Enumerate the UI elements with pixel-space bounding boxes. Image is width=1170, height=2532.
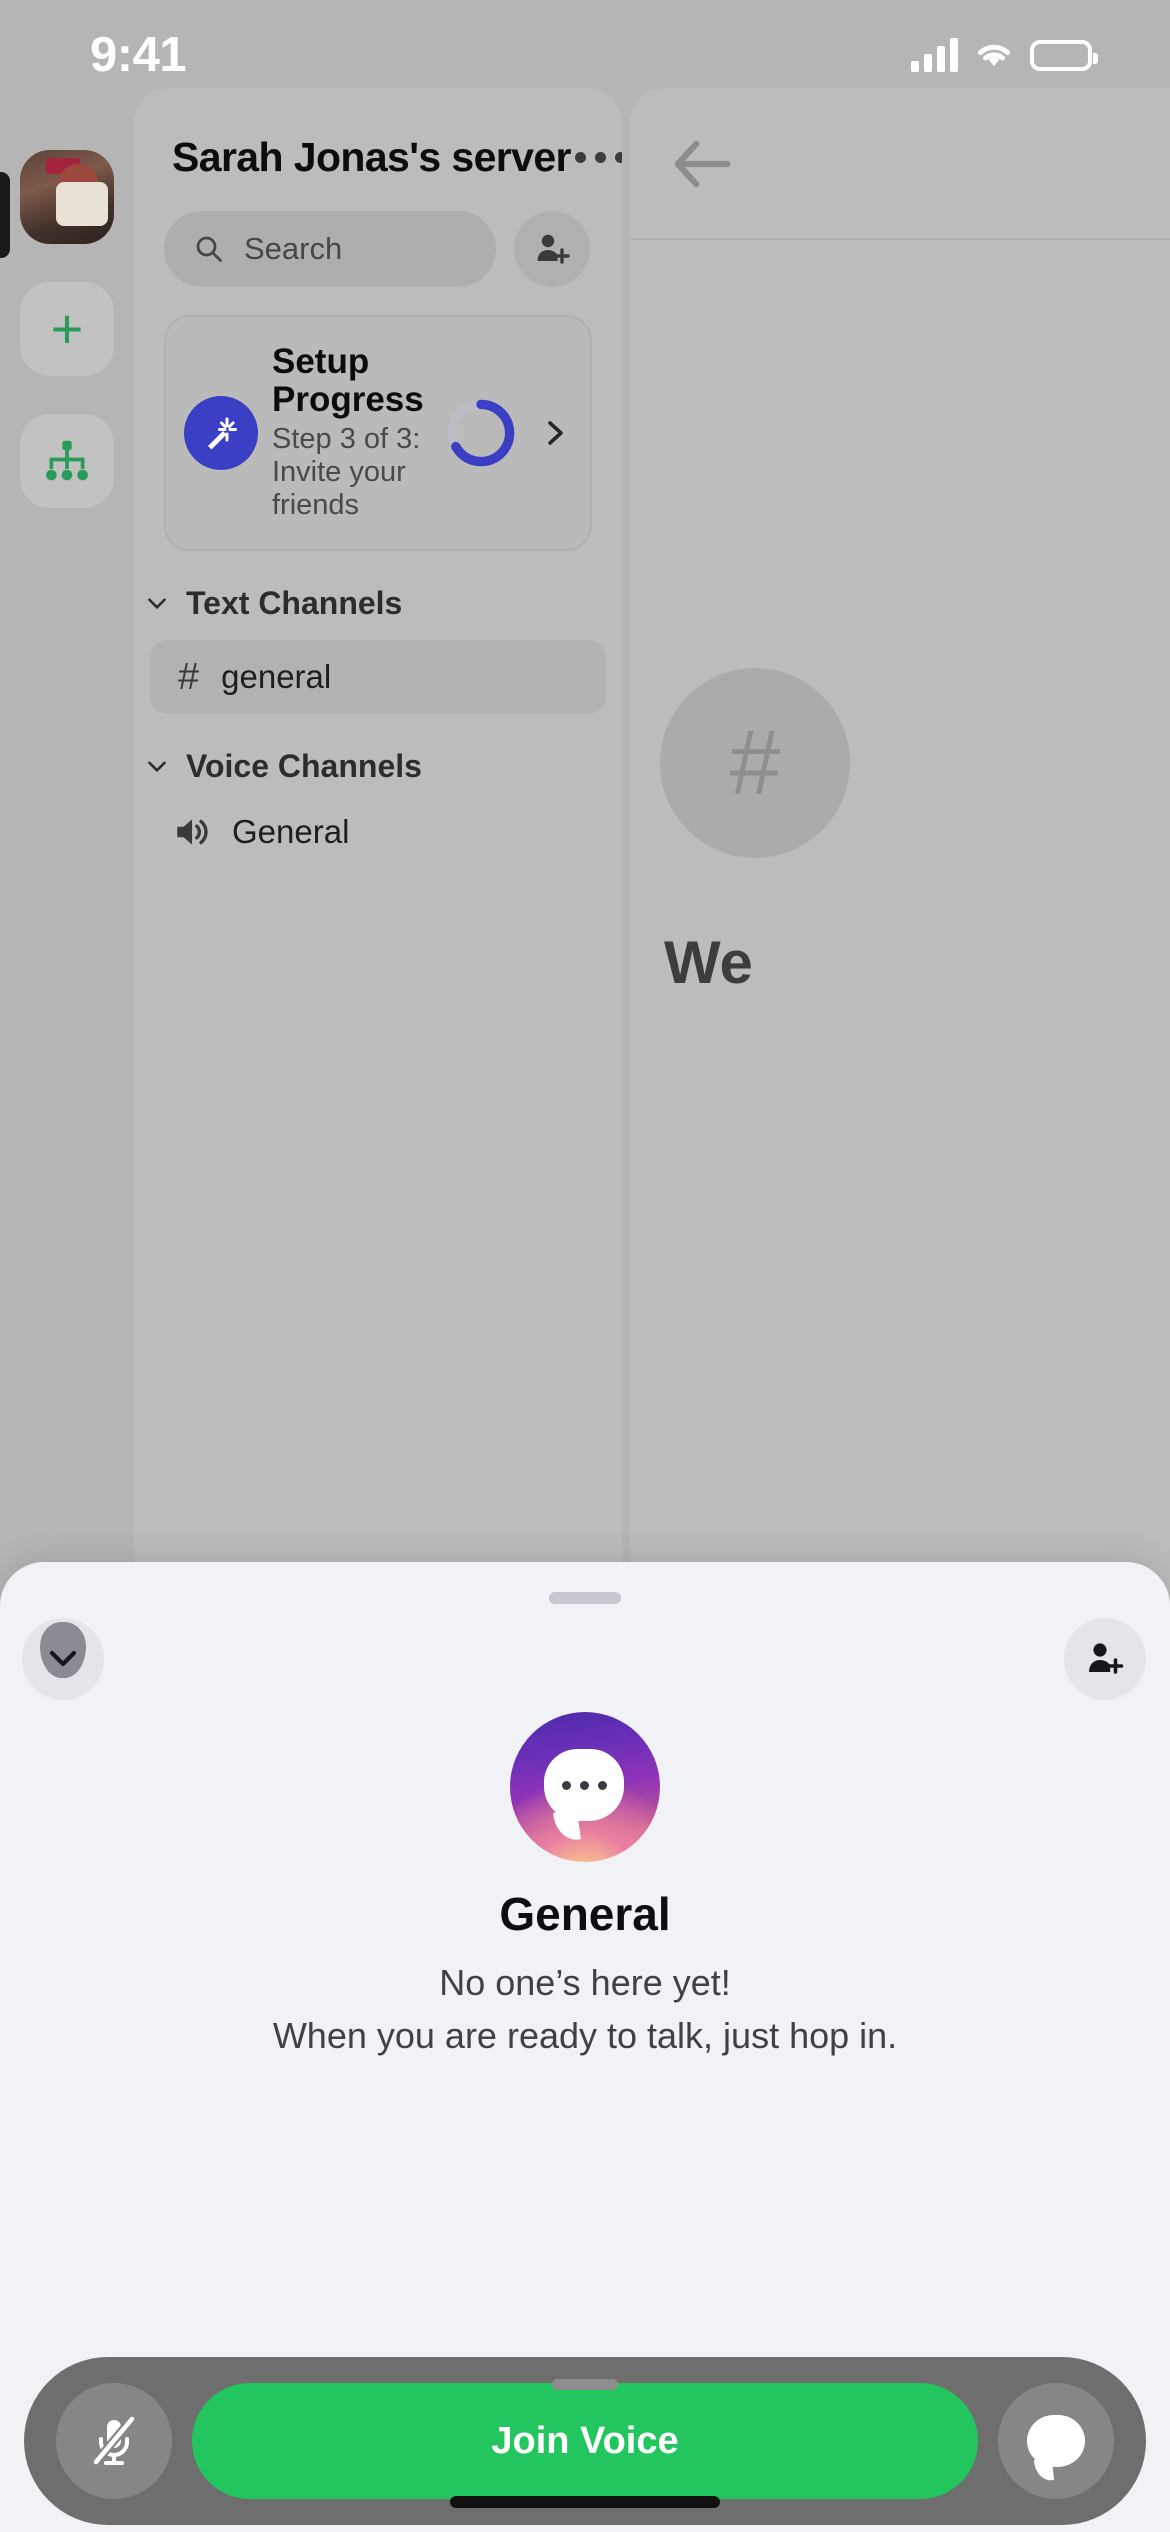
home-indicator [450,2496,720,2508]
chat-bubble-glyph [544,1749,624,1821]
sidebar-item-server-avatar[interactable] [20,150,114,244]
channel-name: General [232,812,350,850]
channel-item-general-voice[interactable]: General [150,795,606,869]
empty-state-line-2: When you are ready to talk, just hop in. [272,2015,898,2056]
person-add-icon [537,234,570,264]
section-header-voice-channels[interactable]: Voice Channels [134,714,622,785]
server-rail: + [0,150,134,546]
chevron-down-icon [49,1650,77,1667]
section-header-text-channels[interactable]: Text Channels [134,551,622,622]
panel-header: Sarah Jonas's server [134,88,622,181]
speaker-icon [177,818,208,845]
hash-icon: # [660,668,850,858]
collapse-sheet-button[interactable] [22,1618,104,1700]
microphone-muted-icon [91,2414,137,2467]
search-placeholder: Search [244,231,343,266]
sheet-invite-button[interactable] [1064,1618,1146,1700]
avatar-detail-shirt [56,182,108,226]
page-title: Sarah Jonas's server [172,134,572,180]
mute-toggle-button[interactable] [56,2383,172,2499]
more-horizontal-icon[interactable] [571,140,622,175]
chevron-down-icon [148,598,166,609]
setup-icon-badge [184,395,258,470]
cellular-signal-icon [911,38,958,72]
setup-progress-ring [447,399,515,467]
setup-progress-card[interactable]: Setup Progress Step 3 of 3: Invite your … [164,315,592,551]
join-voice-button[interactable]: Join Voice [192,2383,978,2499]
hash-glyph: # [729,711,781,814]
section-label: Voice Channels [186,747,422,784]
voice-channel-sheet: General No one’s here yet! When you are … [0,1562,1170,2532]
setup-card-subtitle: Step 3 of 3: Invite your friends [272,422,421,522]
section-label: Text Channels [186,584,403,621]
search-row: Search [134,181,622,287]
status-indicators [911,38,1098,72]
chevron-right-icon [548,421,563,445]
explore-servers-button[interactable] [20,414,114,508]
wifi-icon [978,44,1010,66]
chat-bubble-icon [1027,2415,1085,2467]
server-discovery-icon [46,440,88,481]
control-bar-grabber[interactable] [552,2379,618,2390]
person-add-icon [1089,1643,1124,1674]
channel-name: general [221,657,332,695]
sheet-grabber[interactable] [549,1592,621,1604]
empty-state-line-1: No one’s here yet! [439,1962,731,2003]
invite-people-button[interactable] [514,211,590,287]
peek-divider [630,238,1170,240]
battery-icon [1030,39,1098,71]
setup-card-text: Setup Progress Step 3 of 3: Invite your … [272,343,430,523]
plus-icon: + [50,297,84,360]
peek-welcome-text: We [664,929,753,996]
status-time: 9:41 [90,28,187,82]
hash-icon: # [178,655,200,698]
phone-screen: 9:41 + # We Sarah Jonas's server Search … [0,0,1170,2532]
search-icon [196,236,222,262]
chevron-down-icon [148,761,166,772]
voice-channel-title: General [499,1888,671,1940]
magic-wand-icon [208,417,237,450]
channel-item-general-text[interactable]: # general [150,639,606,714]
open-chat-button[interactable] [998,2383,1114,2499]
arrow-left-icon[interactable] [670,136,732,192]
chat-bubble-avatar [510,1712,660,1862]
setup-card-title: Setup Progress [272,342,424,419]
search-input[interactable]: Search [164,211,496,287]
add-server-button[interactable]: + [20,282,114,376]
active-server-indicator [0,172,10,258]
